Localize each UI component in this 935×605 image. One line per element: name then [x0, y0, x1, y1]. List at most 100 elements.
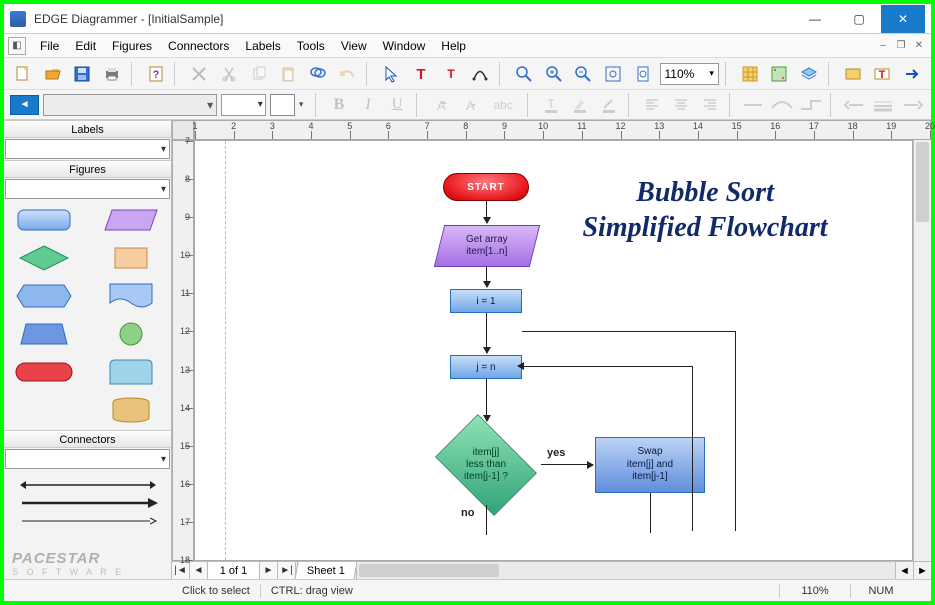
- text-color-icon[interactable]: T: [538, 92, 563, 118]
- mdi-system-icon[interactable]: ◧: [8, 37, 26, 55]
- shape-cylinder[interactable]: [99, 396, 164, 424]
- delete-icon[interactable]: [186, 61, 212, 87]
- new-icon[interactable]: [10, 61, 36, 87]
- horizontal-scroll-thumb[interactable]: [359, 564, 499, 577]
- decrease-font-icon[interactable]: A: [457, 92, 482, 118]
- snap-icon[interactable]: [767, 61, 793, 87]
- node-swap[interactable]: Swap item[j] and item[j-1]: [595, 437, 705, 493]
- line-elbow-icon[interactable]: [799, 92, 824, 118]
- shape-storage[interactable]: [99, 358, 164, 386]
- line-straight-icon[interactable]: [741, 92, 766, 118]
- labels-dropdown[interactable]: ▾: [5, 139, 170, 159]
- copy-icon[interactable]: [246, 61, 272, 87]
- shape-trapezoid[interactable]: [12, 320, 77, 348]
- increase-font-icon[interactable]: A: [428, 92, 453, 118]
- node-start[interactable]: START: [443, 173, 529, 201]
- text-small-icon[interactable]: T: [438, 61, 464, 87]
- print-icon[interactable]: [99, 61, 125, 87]
- italic-button[interactable]: I: [355, 92, 380, 118]
- node-getarr[interactable]: Get array item[1..n]: [434, 225, 540, 267]
- connector-thick-arrow[interactable]: [10, 494, 165, 512]
- arrow-end-icon[interactable]: [900, 92, 925, 118]
- vertical-scroll-thumb[interactable]: [916, 142, 929, 222]
- connectors-dropdown[interactable]: ▾: [5, 449, 170, 469]
- hscroll-left-icon[interactable]: ◄: [895, 562, 913, 579]
- open-icon[interactable]: [40, 61, 66, 87]
- line-curve-icon[interactable]: [770, 92, 795, 118]
- menu-file[interactable]: File: [32, 36, 67, 56]
- vertical-ruler[interactable]: 789101112131415161718: [172, 140, 194, 561]
- cut-icon[interactable]: [216, 61, 242, 87]
- underline-button[interactable]: U: [385, 92, 410, 118]
- fill-color-swatch[interactable]: [270, 94, 295, 116]
- pointer-icon[interactable]: [378, 61, 404, 87]
- menu-view[interactable]: View: [333, 36, 375, 56]
- zoom-icon[interactable]: [511, 61, 537, 87]
- labels-panel-header[interactable]: Labels: [4, 120, 171, 138]
- mdi-close-icon[interactable]: ✕: [911, 38, 927, 54]
- font-size-select[interactable]: ▾: [221, 94, 266, 116]
- shape-hexagon[interactable]: [12, 282, 77, 310]
- align-right-icon[interactable]: [698, 92, 723, 118]
- zoom-in-icon[interactable]: [541, 61, 567, 87]
- undo-icon[interactable]: [335, 61, 361, 87]
- text-big-icon[interactable]: T: [408, 61, 434, 87]
- node-cmp[interactable]: item[j] less than item[j-1] ?: [428, 423, 544, 507]
- zoom-page-icon[interactable]: [630, 61, 656, 87]
- minimize-button[interactable]: —: [793, 5, 837, 33]
- figures-dropdown[interactable]: ▾: [5, 179, 170, 199]
- node-init-i[interactable]: i = 1: [450, 289, 522, 313]
- layers-icon[interactable]: [796, 61, 822, 87]
- highlight-icon[interactable]: [567, 92, 592, 118]
- shape-circle[interactable]: [99, 320, 164, 348]
- figures-panel-header[interactable]: Figures: [4, 160, 171, 178]
- export-icon[interactable]: [899, 61, 925, 87]
- shape-small-rect[interactable]: [99, 244, 164, 272]
- menu-help[interactable]: Help: [433, 36, 474, 56]
- find-icon[interactable]: [305, 61, 331, 87]
- diagram-title[interactable]: Bubble Sort Simplified Flowchart: [575, 175, 835, 245]
- mdi-restore-icon[interactable]: ❐: [893, 38, 909, 54]
- shape-document[interactable]: [99, 282, 164, 310]
- font-select[interactable]: ▾: [43, 94, 217, 116]
- sheet-last-icon[interactable]: ►|: [278, 562, 296, 579]
- text-placeholder-button[interactable]: abc: [486, 92, 521, 118]
- connector-thin-arrow[interactable]: [10, 512, 165, 530]
- menu-figures[interactable]: Figures: [104, 36, 160, 56]
- shape-rounded-rect[interactable]: [12, 206, 77, 234]
- horizontal-scrollbar[interactable]: [356, 562, 895, 579]
- zoom-select[interactable]: 110%▾: [660, 63, 719, 85]
- connector-tool-icon[interactable]: [467, 61, 493, 87]
- node-init-j[interactable]: j = n: [450, 355, 522, 379]
- horizontal-ruler[interactable]: 1234567891011121314151617181920: [194, 120, 931, 140]
- arrow-start-icon[interactable]: [842, 92, 867, 118]
- shape-pill[interactable]: [12, 358, 77, 386]
- sheet-next-icon[interactable]: ►: [260, 562, 278, 579]
- connectors-panel-header[interactable]: Connectors: [4, 430, 171, 448]
- connector-double-arrow[interactable]: [10, 476, 165, 494]
- line-color-icon[interactable]: [597, 92, 622, 118]
- hscroll-right-icon[interactable]: ►: [913, 562, 931, 579]
- nav-back-button[interactable]: ◄: [10, 95, 39, 115]
- mdi-minimize-icon[interactable]: –: [875, 38, 891, 54]
- shape-diamond[interactable]: [12, 244, 77, 272]
- sheet-tab-1[interactable]: Sheet 1: [295, 562, 358, 579]
- style1-icon[interactable]: [840, 61, 866, 87]
- menu-window[interactable]: Window: [375, 36, 434, 56]
- bold-button[interactable]: B: [326, 92, 351, 118]
- zoom-out-icon[interactable]: [570, 61, 596, 87]
- chevron-down-icon[interactable]: ▾: [299, 99, 309, 110]
- sheet-prev-icon[interactable]: ◄: [190, 562, 208, 579]
- menu-labels[interactable]: Labels: [237, 36, 288, 56]
- canvas[interactable]: Bubble Sort Simplified Flowchart START G…: [194, 140, 913, 561]
- menu-edit[interactable]: Edit: [67, 36, 104, 56]
- grid-icon[interactable]: [737, 61, 763, 87]
- menu-connectors[interactable]: Connectors: [160, 36, 237, 56]
- close-button[interactable]: ✕: [881, 5, 925, 33]
- menu-tools[interactable]: Tools: [289, 36, 333, 56]
- align-left-icon[interactable]: [639, 92, 664, 118]
- save-icon[interactable]: [69, 61, 95, 87]
- help-icon[interactable]: ?: [143, 61, 169, 87]
- vertical-scrollbar[interactable]: [913, 140, 931, 561]
- style2-icon[interactable]: T: [870, 61, 896, 87]
